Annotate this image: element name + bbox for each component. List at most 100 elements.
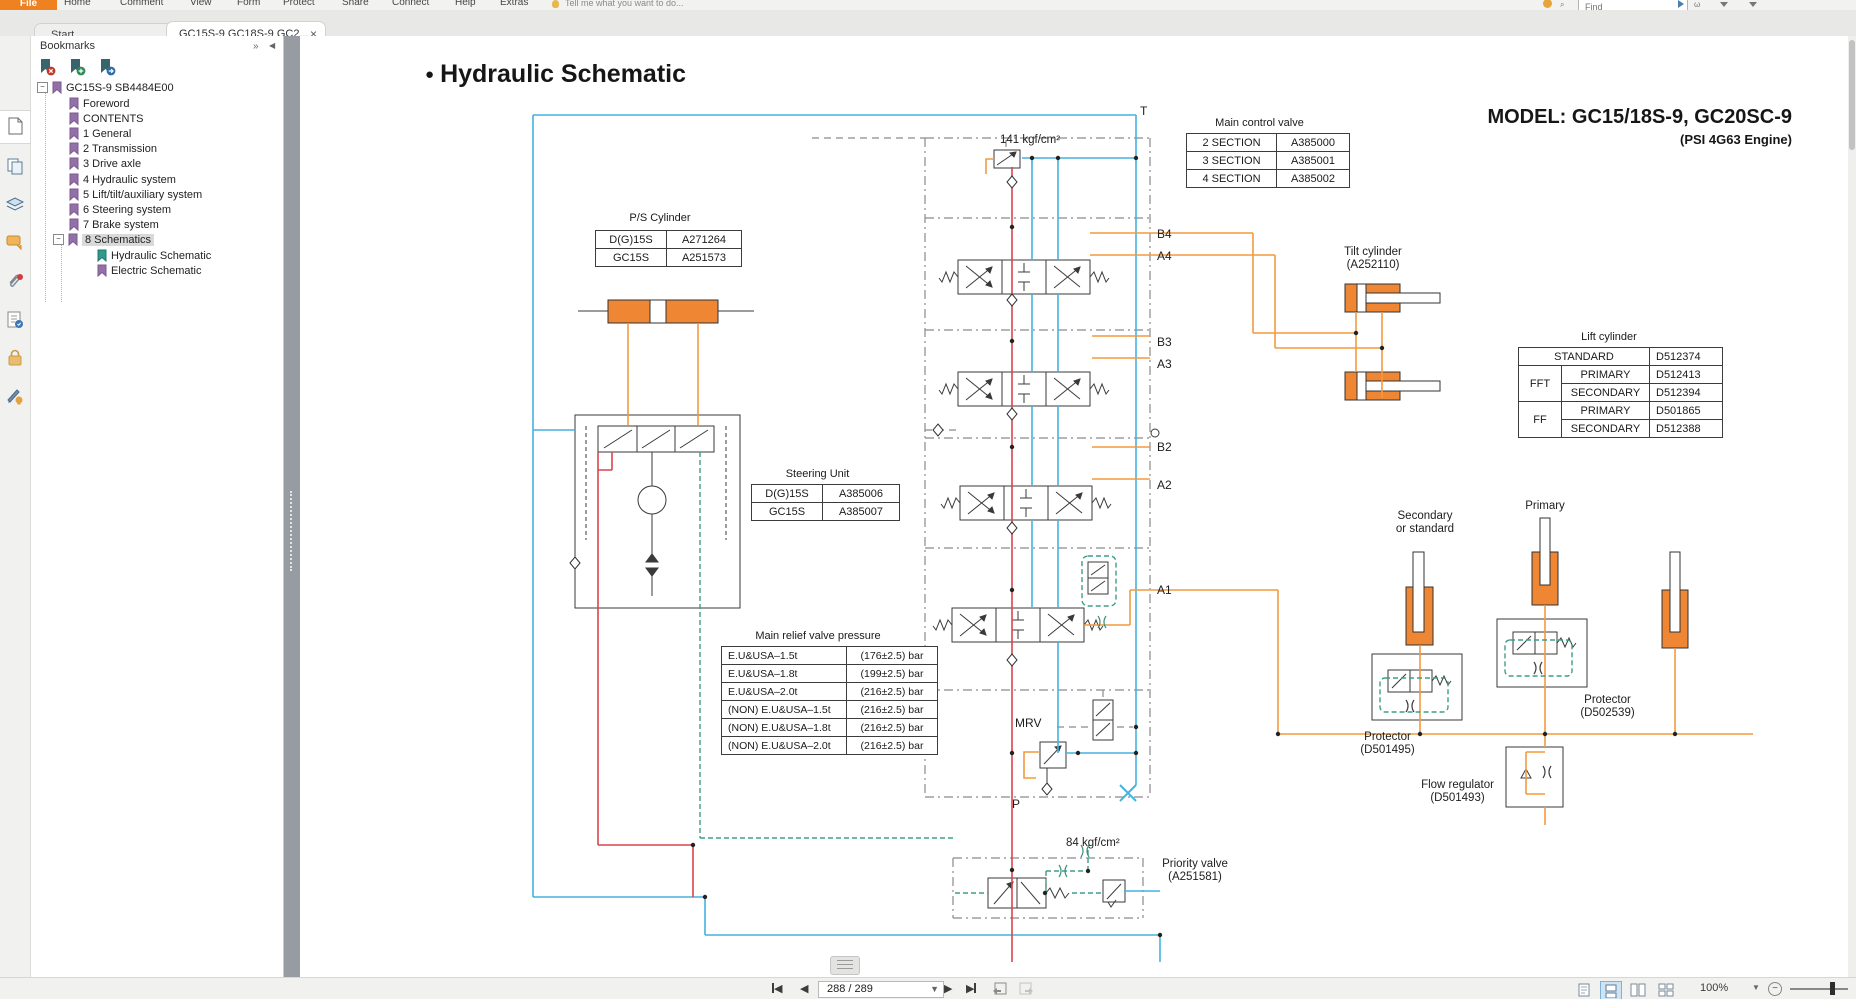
tilt-cylinder-label: Tilt cylinder (A252110) (1344, 246, 1402, 271)
navigation-icon-strip (0, 36, 31, 977)
bookmarks-panel-icon[interactable] (5, 116, 25, 136)
vertical-scrollbar[interactable] (1848, 36, 1856, 977)
tab-bar: Start GC15S-9 GC18S-9 GC2... × (0, 10, 1856, 47)
bookmarks-panel-title: Bookmarks (40, 40, 96, 52)
pages-panel-icon[interactable] (5, 156, 25, 176)
next-page-button[interactable]: ▶ (944, 982, 952, 995)
lift-table-title: Lift cylinder (1581, 331, 1637, 343)
ps-cylinder-table: D(G)15S A271264 GC15S A251573 (595, 230, 742, 267)
bookmark-drive-axle[interactable]: 3 Drive axle (69, 156, 141, 171)
comments-panel-icon[interactable] (5, 232, 25, 252)
bookmark-foreword[interactable]: Foreword (69, 96, 129, 111)
primary-label: Primary (1525, 500, 1565, 512)
chevron-down-icon[interactable] (1749, 2, 1757, 7)
zoom-level-label: 100% (1700, 982, 1729, 994)
port-label-t: T (1140, 104, 1148, 118)
collapse-panel-icon[interactable]: ◀ (269, 41, 275, 50)
lightbulb-icon (552, 0, 559, 8)
menu-protect[interactable]: Protect (283, 0, 315, 8)
collapse-all-icon[interactable]: » (253, 41, 259, 52)
find-box (1578, 0, 1688, 10)
previous-page-button[interactable]: ◀ (800, 982, 808, 995)
add-bookmark-icon[interactable] (68, 58, 86, 76)
layers-panel-icon[interactable] (5, 194, 25, 214)
previous-view-icon[interactable] (992, 982, 1008, 996)
port-label-b2: B2 (1157, 440, 1172, 454)
delete-bookmark-icon[interactable] (38, 58, 56, 76)
status-bar: ◀ ◀ 288 / 289 ▼ ▶ ▶ 100% ▼ − (0, 977, 1856, 999)
menu-form[interactable]: Form (237, 0, 260, 8)
menu-file[interactable]: File (0, 0, 57, 10)
bookmark-steering-system[interactable]: 6 Steering system (69, 202, 171, 217)
bookmark-general[interactable]: 1 General (69, 126, 131, 141)
signature-panel-icon[interactable] (5, 386, 25, 406)
lift-cylinder-table: STANDARD D512374 FFT PRIMARY D512413 SECOND… (1518, 347, 1723, 438)
menu-share[interactable]: Share (342, 0, 369, 8)
bookmark-schematics[interactable]: − 8 Schematics (53, 232, 155, 247)
goto-bookmark-icon[interactable] (98, 58, 116, 76)
port-label-b3: B3 (1157, 335, 1172, 349)
next-view-icon[interactable] (1018, 982, 1034, 996)
schematic-drawing (532, 114, 1753, 962)
port-label-a1: A1 (1157, 583, 1172, 597)
chevron-down-icon[interactable] (1720, 2, 1728, 7)
menu-home[interactable]: Home (64, 0, 91, 8)
security-lock-icon[interactable] (5, 348, 25, 368)
steering-table-title: Steering Unit (785, 468, 850, 480)
foxit-pdf-reader-window: File Home Comment View Form Protect Shar… (0, 0, 1856, 999)
last-page-button[interactable]: ▶ (966, 982, 977, 995)
panel-resize-handle[interactable] (284, 36, 300, 977)
bookmark-hydraulic-schematic[interactable]: Hydraulic Schematic (97, 248, 211, 263)
bookmark-contents[interactable]: CONTENTS (69, 111, 144, 126)
menu-extras[interactable]: Extras (500, 0, 528, 8)
port-label-b4: B4 (1157, 227, 1172, 241)
mcv-table-title: Main control valve (1215, 117, 1304, 129)
bookmarks-panel: Bookmarks » ◀ − GC15S-9 SB4484E00 Forewo… (31, 36, 284, 977)
collapse-node-icon[interactable]: − (53, 234, 64, 245)
continuous-view-icon[interactable] (1600, 981, 1622, 999)
bookmark-transmission[interactable]: 2 Transmission (69, 141, 157, 156)
ps-table-title: P/S Cylinder (629, 212, 691, 224)
menu-view[interactable]: View (190, 0, 212, 8)
attachments-panel-icon[interactable] (5, 272, 25, 292)
flow-regulator-label: Flow regulator (D501493) (1421, 779, 1494, 804)
zoom-slider[interactable] (1790, 988, 1848, 990)
port-label-a2: A2 (1157, 478, 1172, 492)
first-page-button[interactable]: ◀ (772, 982, 782, 995)
digital-id-panel-icon[interactable] (5, 310, 25, 330)
page-fit-popup-handle[interactable] (830, 956, 860, 975)
find-go-icon[interactable] (1678, 0, 1684, 8)
zoom-slider-handle[interactable] (1830, 982, 1835, 995)
zoom-dropdown-icon[interactable]: ▼ (1752, 983, 1760, 992)
bookmark-lift-tilt[interactable]: 5 Lift/tilt/auxiliary system (69, 187, 202, 202)
relief-table-title: Main relief valve pressure (755, 630, 881, 642)
pdf-page: ● Hydraulic Schematic MODEL: GC15/18S-9, … (300, 36, 1848, 977)
menu-bar: File Home Comment View Form Protect Shar… (0, 0, 1856, 10)
facing-view-icon[interactable] (1628, 981, 1648, 998)
pressure-label-top: 141 kgf/cm² (1000, 134, 1061, 146)
page-number-input[interactable]: 288 / 289 ▼ (818, 981, 944, 998)
page-dropdown-icon[interactable]: ▼ (930, 982, 939, 997)
menu-help[interactable]: Help (455, 0, 476, 8)
menu-connect[interactable]: Connect (392, 0, 429, 8)
menu-comment[interactable]: Comment (120, 0, 163, 8)
bookmark-icon (52, 81, 62, 94)
bookmark-root[interactable]: − GC15S-9 SB4484E00 (37, 80, 174, 95)
scrollbar-thumb[interactable] (1849, 40, 1855, 150)
search-doc-icon[interactable]: ⌕ (1560, 0, 1564, 10)
tell-me-field[interactable]: Tell me what you want to do... (565, 0, 684, 8)
pressure-label-priority: 84 kgf/cm² (1066, 837, 1120, 849)
bookmark-brake-system[interactable]: 7 Brake system (69, 217, 159, 232)
mrv-label: MRV (1015, 716, 1042, 730)
assistant-icon[interactable] (1543, 0, 1552, 8)
continuous-facing-view-icon[interactable] (1656, 981, 1676, 998)
find-input[interactable] (1583, 1, 1667, 10)
zoom-out-button[interactable]: − (1768, 982, 1782, 996)
link-icon[interactable]: ω (1694, 0, 1700, 9)
collapse-node-icon[interactable]: − (37, 82, 48, 93)
model-subtitle: (PSI 4G63 Engine) (1680, 132, 1792, 147)
bookmark-hydraulic-system[interactable]: 4 Hydraulic system (69, 172, 176, 187)
single-page-view-icon[interactable] (1574, 981, 1594, 998)
bookmark-electric-schematic[interactable]: Electric Schematic (97, 263, 201, 278)
port-label-p: P (1012, 797, 1021, 811)
